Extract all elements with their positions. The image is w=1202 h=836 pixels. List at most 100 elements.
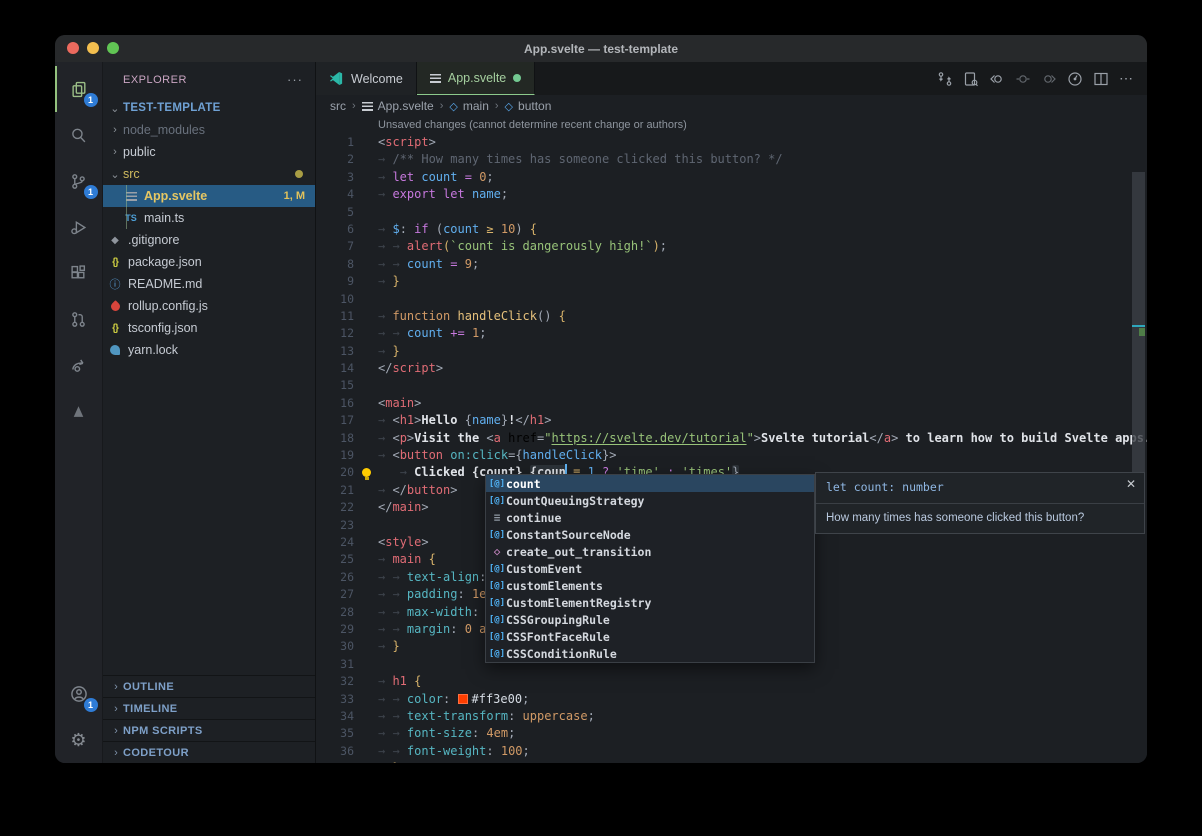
tree-item-label: tsconfig.json (128, 321, 197, 335)
section-codetour[interactable]: ›CODETOUR (103, 741, 315, 763)
navigate-previous-icon[interactable] (1014, 70, 1031, 87)
dirty-dot-icon[interactable] (513, 74, 521, 82)
breadcrumb-main[interactable]: ◇main (449, 99, 488, 113)
code-line-37[interactable]: 37→ } (316, 760, 1147, 763)
code-line-8[interactable]: 8→ → count = 9; (316, 256, 1147, 273)
symbol-cube-icon: ◇ (449, 100, 457, 113)
section-npm-scripts[interactable]: ›NPM SCRIPTS (103, 719, 315, 741)
suggestion-cssgroupingrule[interactable]: [@]CSSGroupingRule (486, 611, 814, 628)
close-window-button[interactable] (67, 42, 79, 54)
tree-item-main-ts[interactable]: TSmain.ts (103, 207, 315, 229)
tree-item-tsconfig-json[interactable]: {}tsconfig.json (103, 317, 315, 339)
code-line-15[interactable]: 15 (316, 377, 1147, 394)
navigate-next-icon[interactable] (1040, 70, 1057, 87)
code-line-14[interactable]: 14</script> (316, 360, 1147, 377)
vscode-logo-icon (329, 71, 344, 86)
activity-settings[interactable]: ⚙ (55, 717, 103, 763)
more-actions-icon[interactable]: ⋯ (1118, 70, 1135, 87)
suggest-widget: [@]count[@]CountQueuingStrategy≡continue… (485, 474, 815, 663)
tab-welcome[interactable]: Welcome (316, 62, 417, 95)
tree-item-public[interactable]: ›public (103, 141, 315, 163)
tab-app-svelte[interactable]: App.svelte (417, 62, 535, 95)
suggestion-customevent[interactable]: [@]CustomEvent (486, 560, 814, 577)
code-line-12[interactable]: 12→ → count += 1; (316, 325, 1147, 342)
activity-extensions[interactable] (55, 250, 103, 296)
suggestion-cssfontfacerule[interactable]: [@]CSSFontFaceRule (486, 628, 814, 645)
open-changes-icon[interactable] (936, 70, 953, 87)
code-line-4[interactable]: 4→ export let name; (316, 186, 1147, 203)
suggestion-continue[interactable]: ≡continue (486, 509, 814, 526)
breadcrumb-src[interactable]: src (330, 99, 346, 113)
suggestion-countqueuingstrategy[interactable]: [@]CountQueuingStrategy (486, 492, 814, 509)
code-line-2[interactable]: 2→ /** How many times has someone clicke… (316, 151, 1147, 168)
code-line-16[interactable]: 16<main> (316, 395, 1147, 412)
breadcrumb-button[interactable]: ◇button (505, 99, 552, 113)
code-line-5[interactable]: 5 (316, 204, 1147, 221)
screen: App.svelte — test-template 1 1 (0, 0, 1202, 836)
suggestion-create_out_transition[interactable]: ◇create_out_transition (486, 543, 814, 560)
symbol-cube-icon: ◇ (505, 100, 513, 113)
tree-item-package-json[interactable]: {}package.json (103, 251, 315, 273)
activity-source-control[interactable]: 1 (55, 158, 103, 204)
suggestion-count[interactable]: [@]count (486, 475, 814, 492)
split-editor-icon[interactable] (1092, 70, 1109, 87)
code-line-7[interactable]: 7→ → alert(`count is dangerously high!`)… (316, 238, 1147, 255)
code-line-18[interactable]: 18→ <p>Visit the <a href="https://svelte… (316, 430, 1147, 447)
code-editor[interactable]: Unsaved changes (cannot determine recent… (316, 117, 1147, 763)
code-line-11[interactable]: 11→ function handleClick() { (316, 308, 1147, 325)
code-line-35[interactable]: 35→ → font-size: 4em; (316, 725, 1147, 742)
code-line-10[interactable]: 10 (316, 291, 1147, 308)
sidebar-more-actions[interactable]: ··· (287, 72, 303, 87)
suggestion-label: count (506, 477, 541, 491)
breadcrumb-file[interactable]: App.svelte (362, 99, 434, 113)
run-timer-icon[interactable] (1066, 70, 1083, 87)
activity-accounts[interactable]: 1 (55, 671, 103, 717)
tree-item-src[interactable]: ⌄src (103, 163, 315, 185)
code-line-33[interactable]: 33→ → color: #ff3e00; (316, 691, 1147, 708)
activity-azure[interactable] (55, 388, 103, 434)
suggestion-constantsourcenode[interactable]: [@]ConstantSourceNode (486, 526, 814, 543)
activity-run-debug[interactable] (55, 204, 103, 250)
activity-explorer[interactable]: 1 (55, 66, 103, 112)
activity-live-share[interactable] (55, 342, 103, 388)
minimize-window-button[interactable] (87, 42, 99, 54)
codelens-annotation[interactable]: Unsaved changes (cannot determine recent… (316, 117, 1147, 134)
line-number: 13 (316, 343, 354, 360)
tree-item-readme-md[interactable]: ⓘREADME.md (103, 273, 315, 295)
tree-item-label: .gitignore (128, 233, 179, 247)
suggestion-customelementregistry[interactable]: [@]CustomElementRegistry (486, 594, 814, 611)
tree-item--gitignore[interactable]: ◆ .gitignore (103, 229, 315, 251)
activity-search[interactable] (55, 112, 103, 158)
title-bar[interactable]: App.svelte — test-template (55, 35, 1147, 62)
code-line-34[interactable]: 34→ → text-transform: uppercase; (316, 708, 1147, 725)
code-line-13[interactable]: 13→ } (316, 343, 1147, 360)
suggestion-customelements[interactable]: [@]customElements (486, 577, 814, 594)
zoom-window-button[interactable] (107, 42, 119, 54)
code-line-36[interactable]: 36→ → font-weight: 100; (316, 743, 1147, 760)
navigate-back-icon[interactable] (988, 70, 1005, 87)
activity-github-pr[interactable] (55, 296, 103, 342)
line-number: 15 (316, 377, 354, 394)
tree-item-app-svelte[interactable]: App.svelte1, M (103, 185, 315, 207)
section-label: TIMELINE (123, 703, 178, 715)
code-line-9[interactable]: 9→ } (316, 273, 1147, 290)
diamond-file-icon: ◆ (107, 233, 123, 247)
lightbulb-icon[interactable] (362, 468, 371, 477)
open-preview-icon[interactable] (962, 70, 979, 87)
tree-item-node-modules[interactable]: ›node_modules (103, 119, 315, 141)
workspace-root-row[interactable]: ⌄ TEST-TEMPLATE (103, 97, 315, 119)
code-line-19[interactable]: 19→ <button on:click={handleClick}> (316, 447, 1147, 464)
close-icon[interactable]: ✕ (1126, 478, 1136, 490)
code-line-3[interactable]: 3→ let count = 0; (316, 169, 1147, 186)
line-number: 35 (316, 725, 354, 742)
code-line-32[interactable]: 32→ h1 { (316, 673, 1147, 690)
line-content: → } (378, 273, 400, 290)
section-timeline[interactable]: ›TIMELINE (103, 697, 315, 719)
suggestion-cssconditionrule[interactable]: [@]CSSConditionRule (486, 645, 814, 662)
code-line-17[interactable]: 17→ <h1>Hello {name}!</h1> (316, 412, 1147, 429)
section-outline[interactable]: ›OUTLINE (103, 675, 315, 697)
tree-item-rollup-config-js[interactable]: rollup.config.js (103, 295, 315, 317)
code-line-1[interactable]: 1<script> (316, 134, 1147, 151)
tree-item-yarn-lock[interactable]: yarn.lock (103, 339, 315, 361)
code-line-6[interactable]: 6→ $: if (count ≥ 10) { (316, 221, 1147, 238)
